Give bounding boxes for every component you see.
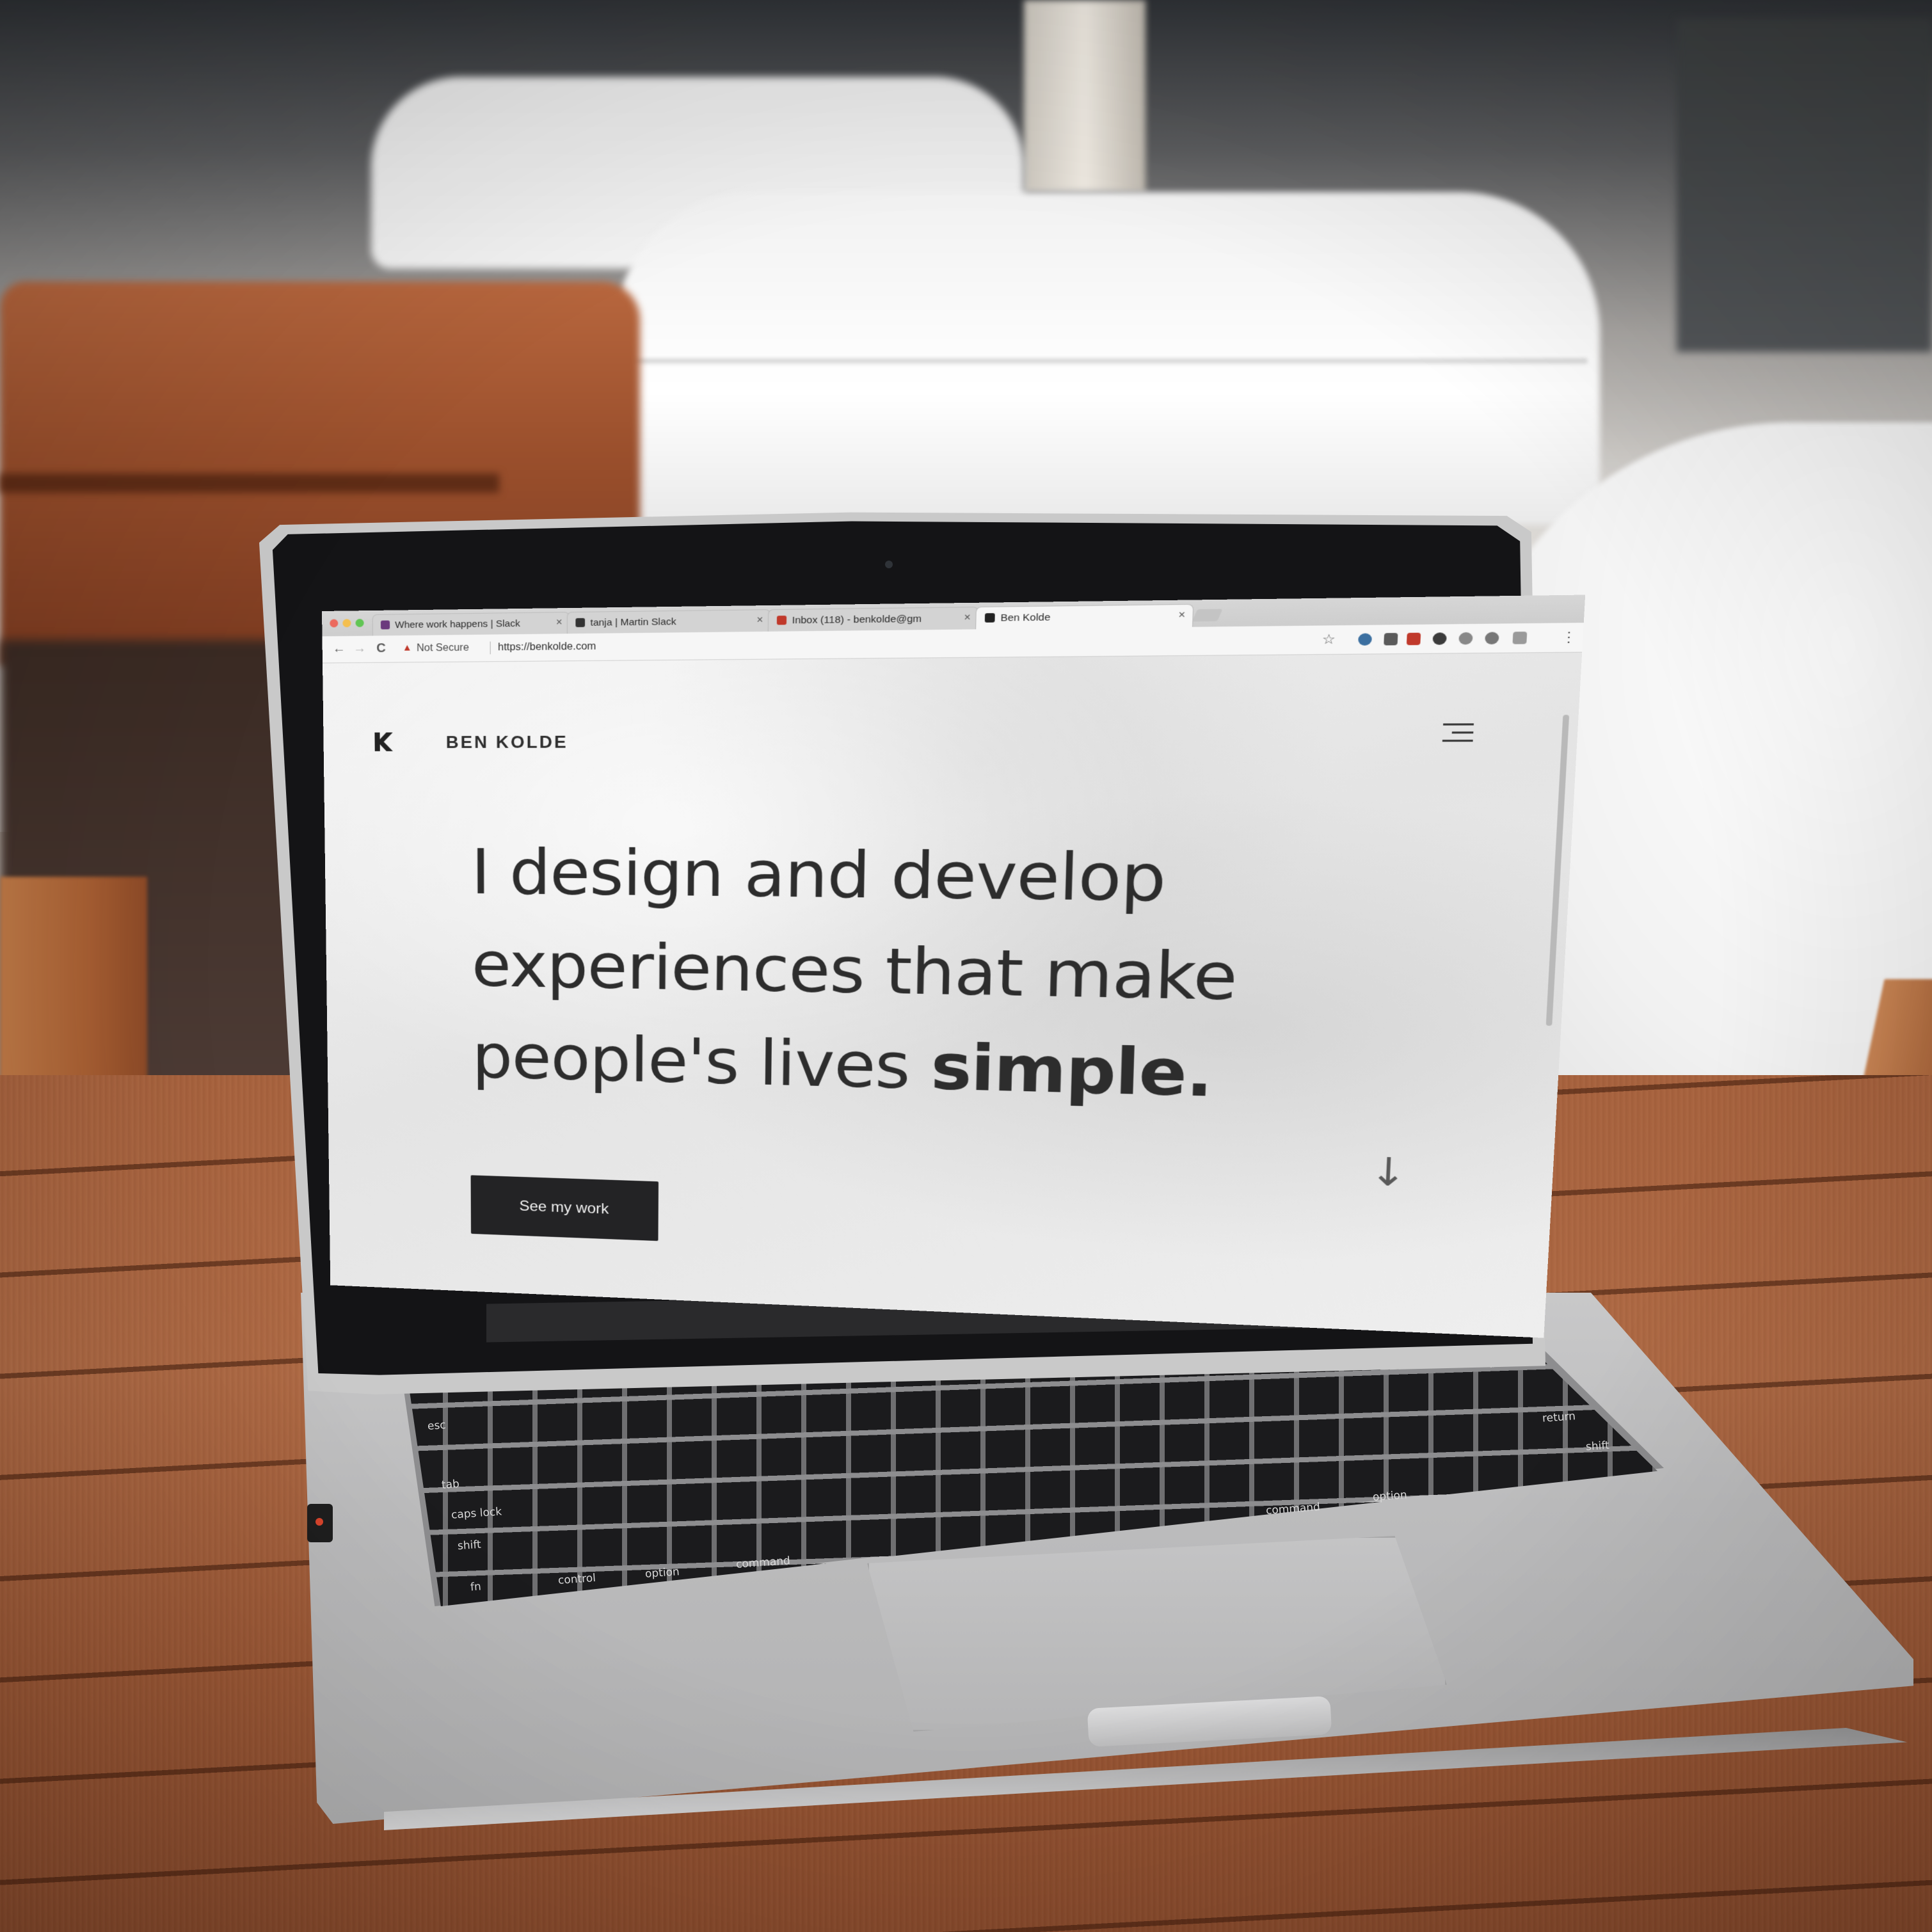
- forward-icon[interactable]: →: [353, 641, 366, 656]
- key-control[interactable]: control: [557, 1572, 596, 1587]
- window-close-icon[interactable]: [330, 619, 339, 628]
- extension-icon[interactable]: [1458, 632, 1473, 645]
- bookmark-star-icon[interactable]: ☆: [1321, 631, 1336, 648]
- tab-title: Inbox (118) - benkolde@gm: [792, 613, 922, 627]
- key-shift-left[interactable]: shift: [457, 1538, 481, 1553]
- key-option-left[interactable]: option: [644, 1565, 680, 1581]
- background-dark-panel: [1677, 19, 1932, 352]
- browser-tab-slack[interactable]: Where work happens | Slack ×: [372, 612, 570, 636]
- security-indicator[interactable]: Not Secure: [417, 643, 469, 655]
- background-sofa-seam: [627, 358, 1587, 363]
- slack-icon: [575, 618, 586, 628]
- close-icon[interactable]: ×: [756, 614, 763, 626]
- benkolde-logo-icon: [984, 613, 995, 623]
- extension-icon[interactable]: [1432, 632, 1447, 645]
- headline-line-3: people's lives simple.: [472, 1011, 1393, 1128]
- hero-headline: I design and develop experiences that ma…: [471, 826, 1402, 1128]
- menu-line: [1442, 739, 1473, 742]
- address-bar[interactable]: ▲ Not Secure https://benkolde.com: [400, 630, 1293, 657]
- key-esc[interactable]: esc: [427, 1419, 446, 1433]
- tab-title: Where work happens | Slack: [395, 618, 520, 631]
- headline-line-3-text: people's lives: [472, 1021, 932, 1104]
- tab-title: Ben Kolde: [1000, 611, 1051, 624]
- see-my-work-button[interactable]: See my work: [470, 1175, 659, 1241]
- key-shift-right[interactable]: shift: [1585, 1439, 1609, 1454]
- background-tree-trunk: [1024, 0, 1146, 192]
- url-divider: [490, 641, 491, 655]
- gmail-icon: [776, 615, 787, 625]
- back-icon[interactable]: ←: [333, 642, 346, 657]
- benkolde-logo-icon[interactable]: [374, 732, 393, 751]
- extension-icon[interactable]: [1357, 633, 1373, 646]
- web-page: BEN KOLDE I design and develop experienc…: [323, 652, 1583, 1338]
- window-zoom-icon[interactable]: [355, 618, 364, 627]
- usb-dongle-light: [315, 1518, 323, 1526]
- headline-line-1: I design and develop: [471, 836, 1167, 916]
- scroll-down-arrow-icon[interactable]: ↓: [1368, 1149, 1407, 1195]
- webcam: [885, 561, 893, 568]
- url-text[interactable]: https://benkolde.com: [498, 641, 596, 653]
- tab-title: tanja | Martin Slack: [590, 616, 676, 628]
- photo-scene: esc tab caps lock shift fn control optio…: [0, 0, 1932, 1932]
- new-tab-button[interactable]: [1192, 609, 1223, 622]
- headline-emphasis: simple.: [930, 1031, 1215, 1112]
- slack-icon: [380, 620, 390, 630]
- browser-tab-ben-kolde[interactable]: Ben Kolde ×: [975, 603, 1194, 630]
- hamburger-menu-icon[interactable]: [1442, 723, 1474, 744]
- site-brand[interactable]: BEN KOLDE: [446, 733, 568, 753]
- close-icon[interactable]: ×: [556, 617, 563, 628]
- window-minimize-icon[interactable]: [342, 619, 351, 628]
- key-option-right[interactable]: option: [1372, 1489, 1407, 1504]
- extension-icon[interactable]: [1512, 631, 1528, 644]
- key-return[interactable]: return: [1542, 1410, 1576, 1425]
- close-icon[interactable]: ×: [964, 612, 971, 624]
- laptop-screen: Where work happens | Slack × tanja | Mar…: [322, 595, 1586, 1338]
- headline-line-2: experiences that make: [471, 929, 1238, 1016]
- extension-icon[interactable]: [1406, 632, 1421, 646]
- browser-menu-icon[interactable]: ⋮: [1561, 628, 1577, 646]
- reload-icon[interactable]: C: [376, 641, 386, 656]
- background-chair-band: [0, 474, 499, 493]
- menu-line: [1443, 723, 1474, 726]
- browser-tab-gmail[interactable]: Inbox (118) - benkolde@gm ×: [767, 606, 979, 632]
- key-fn[interactable]: fn: [470, 1580, 481, 1593]
- menu-line: [1451, 731, 1474, 734]
- extension-icon[interactable]: [1485, 632, 1499, 645]
- extension-icon[interactable]: [1384, 633, 1398, 646]
- close-icon[interactable]: ×: [1178, 609, 1185, 621]
- key-tab[interactable]: tab: [441, 1478, 459, 1492]
- warning-icon: ▲: [402, 642, 412, 653]
- browser-tab-martin-slack[interactable]: tanja | Martin Slack ×: [566, 609, 771, 634]
